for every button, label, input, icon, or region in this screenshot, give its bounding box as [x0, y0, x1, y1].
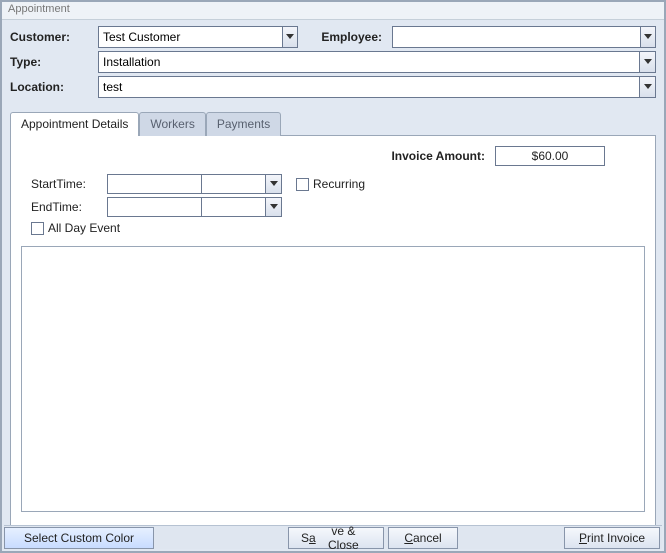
cancel-button[interactable]: Cancel — [388, 527, 458, 549]
invoice-amount-value[interactable]: $60.00 — [495, 146, 605, 166]
recurring-checkbox[interactable]: Recurring — [296, 177, 365, 191]
location-label: Location: — [10, 80, 98, 94]
employee-label: Employee: — [318, 30, 382, 44]
spacer — [158, 526, 288, 549]
select-custom-color-button[interactable]: Select Custom Color — [4, 527, 154, 549]
type-input[interactable] — [99, 52, 639, 72]
chevron-down-icon — [286, 34, 294, 40]
all-day-label: All Day Event — [48, 221, 120, 235]
tabstrip: Appointment Details Workers Payments — [10, 111, 656, 135]
checkbox-box-icon — [296, 178, 309, 191]
start-time-input[interactable] — [202, 174, 282, 194]
end-time-dropdown-button[interactable] — [265, 198, 281, 216]
checkbox-box-icon — [31, 222, 44, 235]
location-dropdown-button[interactable] — [639, 77, 655, 97]
header-form: Customer: Employee: Type: — [2, 20, 664, 105]
employee-input[interactable] — [393, 27, 640, 47]
tab-workers[interactable]: Workers — [139, 112, 205, 136]
print-invoice-button[interactable]: Print Invoice — [564, 527, 660, 549]
appointment-window: Appointment Customer: Employee: Type: — [0, 0, 666, 553]
end-time-label: EndTime: — [21, 200, 107, 214]
customer-combo[interactable] — [98, 26, 298, 48]
window-titlebar: Appointment — [2, 2, 664, 20]
end-time-value — [202, 198, 265, 216]
type-label: Type: — [10, 55, 98, 69]
chevron-down-icon — [644, 84, 652, 90]
button-bar: Select Custom Color Save & Close Cancel … — [4, 525, 662, 549]
invoice-row: Invoice Amount: $60.00 — [21, 146, 645, 166]
save-close-button[interactable]: Save & Close — [288, 527, 384, 549]
employee-combo[interactable] — [392, 26, 656, 48]
invoice-amount-label: Invoice Amount: — [391, 149, 485, 163]
customer-input[interactable] — [99, 27, 282, 47]
location-combo[interactable] — [98, 76, 656, 98]
all-day-checkbox[interactable]: All Day Event — [31, 221, 120, 235]
tab-appointment-details[interactable]: Appointment Details — [10, 112, 139, 136]
location-input[interactable] — [99, 77, 639, 97]
chevron-down-icon — [644, 59, 652, 65]
customer-dropdown-button[interactable] — [282, 27, 297, 47]
start-time-label: StartTime: — [21, 177, 107, 191]
recurring-label: Recurring — [313, 177, 365, 191]
tabs-container: Appointment Details Workers Payments Inv… — [10, 111, 656, 535]
chevron-down-icon — [644, 34, 652, 40]
start-time-row: StartTime: Recurring — [21, 174, 645, 194]
customer-label: Customer: — [10, 30, 98, 44]
spacer — [462, 526, 564, 549]
window-title: Appointment — [8, 3, 70, 15]
chevron-down-icon — [270, 181, 278, 187]
type-combo[interactable] — [98, 51, 656, 73]
notes-textarea[interactable] — [21, 246, 645, 512]
end-date-input[interactable] — [107, 197, 202, 217]
end-time-row: EndTime: — [21, 197, 645, 217]
tab-panel-appointment-details: Invoice Amount: $60.00 StartTime: Recurr… — [10, 135, 656, 535]
chevron-down-icon — [270, 204, 278, 210]
start-time-value — [202, 175, 265, 193]
type-dropdown-button[interactable] — [639, 52, 655, 72]
start-time-dropdown-button[interactable] — [265, 175, 281, 193]
start-date-input[interactable] — [107, 174, 202, 194]
end-time-input[interactable] — [202, 197, 282, 217]
tab-payments[interactable]: Payments — [206, 112, 281, 136]
employee-dropdown-button[interactable] — [640, 27, 655, 47]
